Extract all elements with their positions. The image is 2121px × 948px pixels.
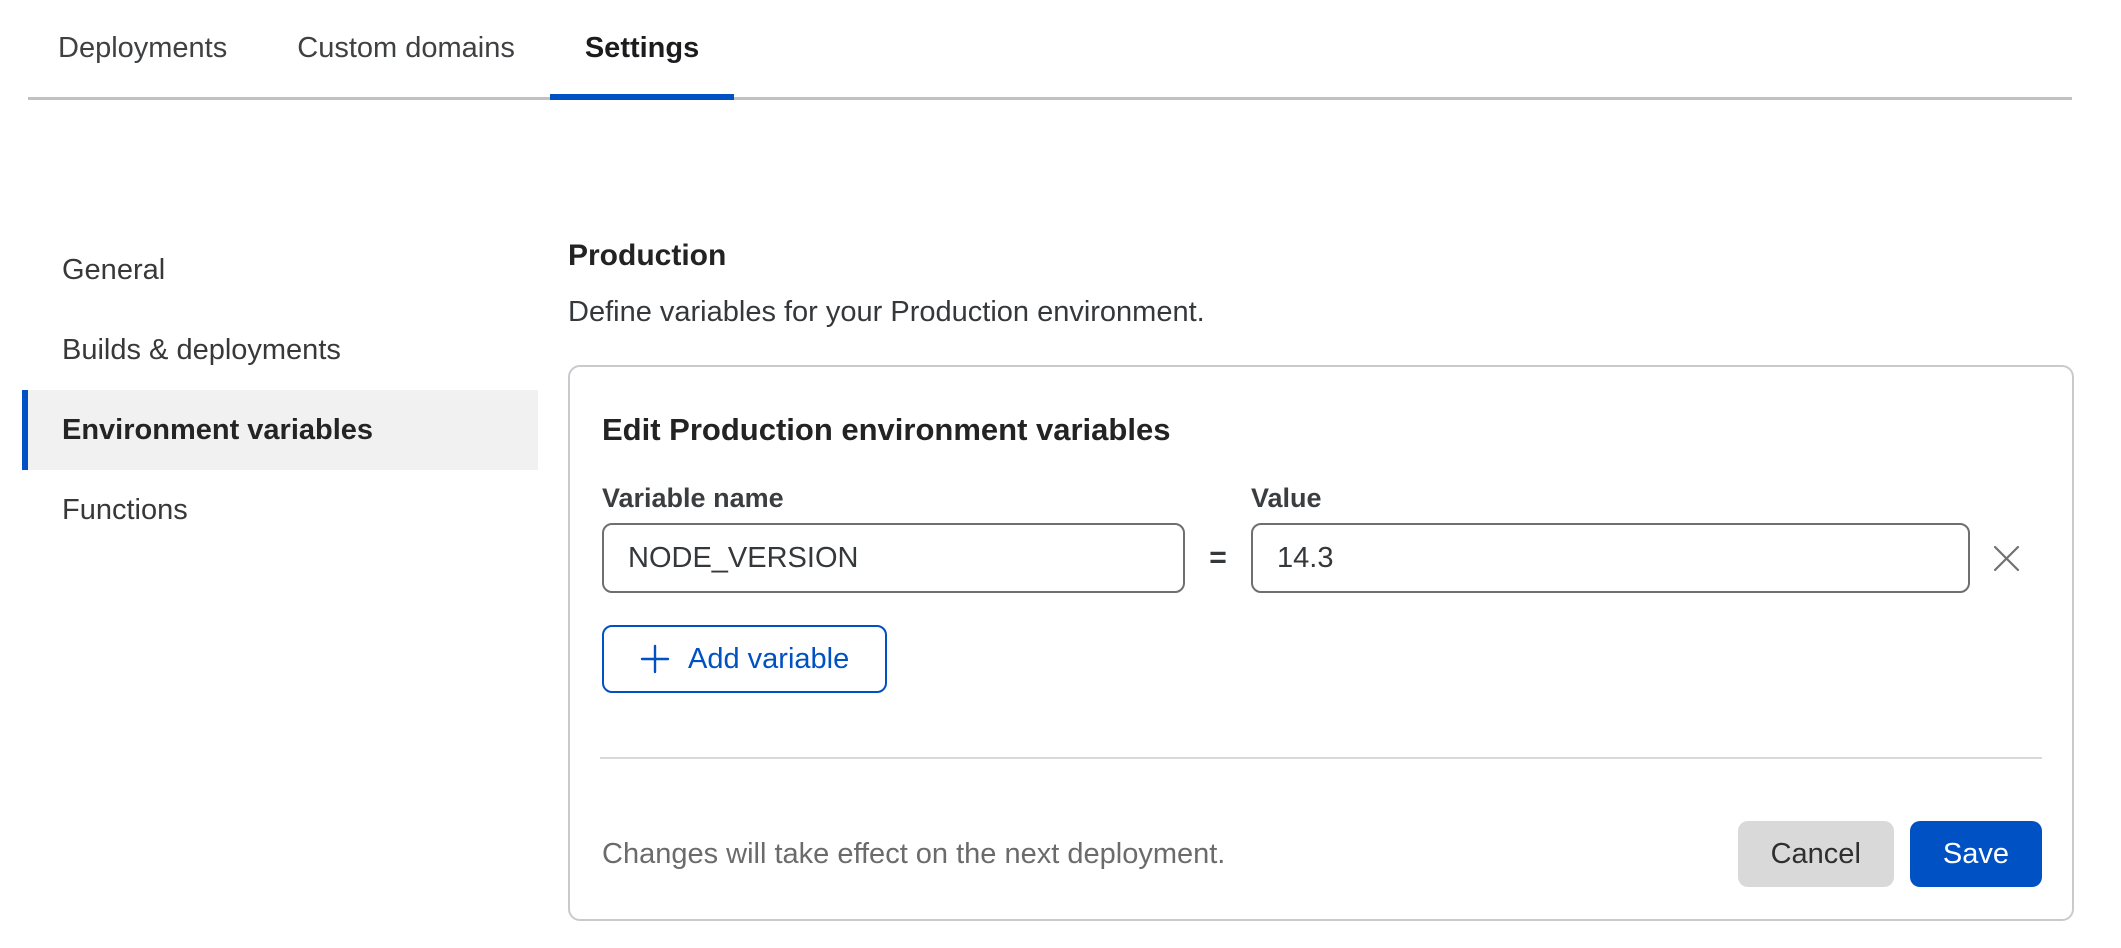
environment-variables-card: Edit Production environment variables Va…	[568, 365, 2074, 921]
equals-sign: =	[1185, 523, 1251, 593]
tab-deployments[interactable]: Deployments	[28, 0, 262, 97]
sidebar-item-environment-variables-label: Environment variables	[62, 414, 373, 447]
sidebar-item-environment-variables[interactable]: Environment variables	[22, 390, 538, 470]
tab-settings-label: Settings	[585, 32, 699, 65]
section-title: Production	[568, 241, 2074, 271]
variable-value-field-group: Value	[1251, 483, 1970, 593]
add-variable-button[interactable]: Add variable	[602, 625, 887, 693]
save-button[interactable]: Save	[1910, 821, 2042, 887]
remove-variable-button[interactable]	[1970, 523, 2042, 593]
variable-row: Variable name = Value	[600, 483, 2042, 593]
tab-custom-domains-label: Custom domains	[297, 32, 515, 65]
settings-content: Production Define variables for your Pro…	[568, 241, 2074, 921]
variable-name-field-group: Variable name	[602, 483, 1185, 593]
cancel-button[interactable]: Cancel	[1738, 821, 1894, 887]
x-icon	[1993, 545, 2020, 572]
sidebar-item-functions-label: Functions	[62, 494, 188, 527]
footer-actions: Cancel Save	[1738, 821, 2042, 887]
tab-settings[interactable]: Settings	[550, 0, 734, 97]
sidebar-item-general[interactable]: General	[22, 230, 538, 310]
variable-name-label: Variable name	[602, 483, 1185, 513]
sidebar-item-builds-deployments[interactable]: Builds & deployments	[22, 310, 538, 390]
plus-icon	[640, 644, 670, 674]
variable-value-label: Value	[1251, 483, 1970, 513]
sidebar-item-general-label: General	[62, 254, 165, 287]
variable-name-input[interactable]	[602, 523, 1185, 593]
footer-note: Changes will take effect on the next dep…	[600, 837, 1225, 871]
tab-custom-domains[interactable]: Custom domains	[262, 0, 550, 97]
project-tabbar: Deployments Custom domains Settings	[28, 0, 2072, 100]
section-description: Define variables for your Production env…	[568, 298, 2074, 327]
add-variable-label: Add variable	[688, 643, 849, 676]
card-divider	[600, 757, 2042, 759]
settings-sidebar: General Builds & deployments Environment…	[22, 230, 538, 550]
sidebar-item-builds-deployments-label: Builds & deployments	[62, 334, 341, 367]
card-title: Edit Production environment variables	[600, 411, 2042, 449]
card-footer: Changes will take effect on the next dep…	[600, 821, 2042, 887]
sidebar-item-functions[interactable]: Functions	[22, 470, 538, 550]
tab-deployments-label: Deployments	[58, 32, 227, 65]
variable-value-input[interactable]	[1251, 523, 1970, 593]
